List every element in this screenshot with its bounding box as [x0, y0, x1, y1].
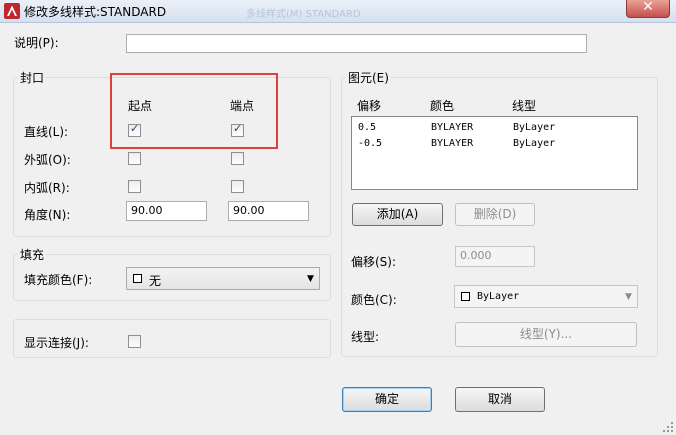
caps-angle-label: 角度(N):: [24, 208, 71, 222]
background-window-ghost: 多线样式(M) STANDARD: [246, 9, 361, 20]
fill-color-label: 填充颜色(F):: [24, 273, 93, 287]
close-icon: ✕: [642, 0, 654, 15]
outer-arc-start-checkbox[interactable]: [128, 152, 141, 165]
angle-end-input[interactable]: 90.00: [228, 201, 309, 221]
description-label: 说明(P):: [14, 36, 59, 50]
angle-start-input[interactable]: 90.00: [126, 201, 207, 221]
color-swatch-icon: [461, 292, 470, 301]
elements-header-color: 颜色: [430, 99, 455, 113]
linetype-button[interactable]: 线型(Y)...: [455, 322, 637, 347]
caps-inner-arc-label: 内弧(R):: [24, 181, 70, 195]
elements-header-offset: 偏移: [357, 99, 382, 113]
element-color-select[interactable]: ByLayer ▼: [454, 285, 638, 308]
window-title: 修改多线样式:STANDARD: [24, 5, 167, 19]
autocad-logo-icon: [4, 3, 20, 19]
inner-arc-start-checkbox[interactable]: [128, 180, 141, 193]
caps-line-label: 直线(L):: [24, 125, 69, 139]
highlight-annotation-box: [110, 73, 278, 149]
element-row-1-color[interactable]: BYLAYER: [431, 122, 473, 133]
chevron-down-icon: ▼: [625, 292, 632, 302]
fill-group-label: 填充: [18, 246, 47, 263]
fill-color-value: 无: [149, 274, 162, 288]
inner-arc-end-checkbox[interactable]: [231, 180, 244, 193]
elements-group-label: 图元(E): [346, 69, 391, 86]
show-joints-checkbox[interactable]: [128, 335, 141, 348]
element-row-1-offset[interactable]: 0.5: [358, 122, 376, 133]
description-input[interactable]: [126, 34, 587, 53]
element-row-2-color[interactable]: BYLAYER: [431, 138, 473, 149]
element-color-label: 颜色(C):: [351, 293, 397, 307]
delete-element-button[interactable]: 删除(D): [455, 203, 535, 226]
element-row-2-linetype[interactable]: ByLayer: [513, 138, 555, 149]
element-row-1-linetype[interactable]: ByLayer: [513, 122, 555, 133]
elements-list[interactable]: 0.5 BYLAYER ByLayer -0.5 BYLAYER ByLayer: [351, 116, 638, 190]
elements-header-linetype: 线型: [512, 99, 537, 113]
caps-outer-arc-label: 外弧(O):: [24, 153, 71, 167]
element-row-2-offset[interactable]: -0.5: [358, 138, 382, 149]
show-joints-label: 显示连接(J):: [24, 336, 89, 350]
element-color-value: ByLayer: [477, 291, 520, 302]
chevron-down-icon: ▼: [307, 274, 314, 284]
close-button[interactable]: ✕: [626, 0, 670, 18]
outer-arc-end-checkbox[interactable]: [231, 152, 244, 165]
resize-grip-icon[interactable]: [662, 421, 674, 433]
caps-group-label: 封口: [18, 69, 47, 86]
element-offset-input[interactable]: 0.000: [455, 246, 535, 267]
ok-button[interactable]: 确定: [342, 387, 432, 412]
fill-color-select[interactable]: 无 ▼: [126, 267, 320, 290]
cancel-button[interactable]: 取消: [455, 387, 545, 412]
element-linetype-label: 线型:: [351, 330, 380, 344]
add-element-button[interactable]: 添加(A): [352, 203, 443, 226]
element-offset-label: 偏移(S):: [351, 255, 397, 269]
color-swatch-icon: [133, 274, 142, 283]
